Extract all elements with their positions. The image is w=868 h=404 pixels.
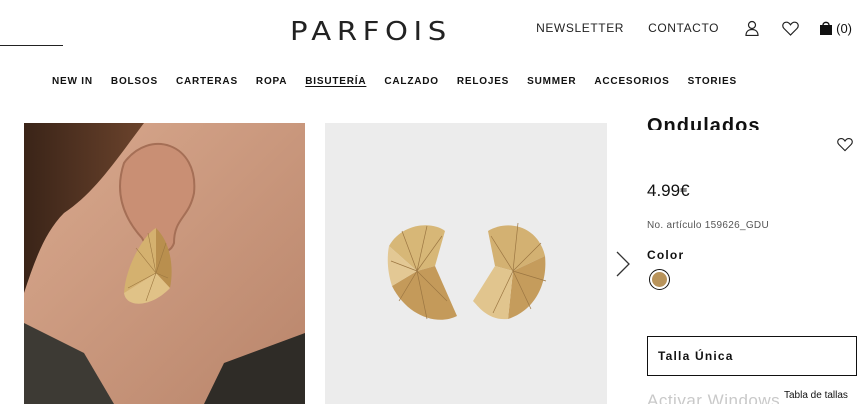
cart-button[interactable]: (0) — [819, 20, 852, 36]
product-image-model[interactable] — [24, 123, 305, 404]
chevron-right-icon[interactable] — [615, 250, 631, 278]
search-underline[interactable] — [0, 45, 63, 46]
nav-item-bolsos[interactable]: BOLSOS — [111, 76, 158, 87]
main-nav: NEW IN BOLSOS CARTERAS ROPA BISUTERÍA CA… — [52, 76, 755, 87]
nav-item-carteras[interactable]: CARTERAS — [176, 76, 238, 87]
color-swatch[interactable] — [649, 269, 670, 290]
color-swatch-fill — [652, 272, 667, 287]
header-utility-bar: NEWSLETTER CONTACTO (0) — [536, 20, 852, 36]
logo[interactable]: PARFOIS — [290, 16, 446, 48]
nav-item-accesorios[interactable]: ACCESORIOS — [594, 76, 669, 87]
nav-item-relojes[interactable]: RELOJES — [457, 76, 509, 87]
product-image-earrings[interactable] — [325, 123, 607, 404]
product-title: Ondulados — [647, 115, 761, 130]
user-icon[interactable] — [743, 19, 761, 37]
article-number: No. artículo 159626_GDU — [647, 220, 769, 231]
logo-text: PARFOIS — [290, 17, 452, 47]
nav-item-summer[interactable]: SUMMER — [527, 76, 576, 87]
product-price: 4.99€ — [647, 181, 690, 200]
activation-watermark: Activar Windows — [647, 391, 781, 404]
nav-item-new-in[interactable]: NEW IN — [52, 76, 93, 87]
heart-icon[interactable] — [781, 19, 799, 37]
bag-icon — [820, 21, 833, 35]
size-table-link[interactable]: Tabla de tallas — [784, 390, 848, 401]
nav-item-calzado[interactable]: CALZADO — [384, 76, 438, 87]
nav-item-ropa[interactable]: ROPA — [256, 76, 287, 87]
nav-item-bisuteria[interactable]: BISUTERÍA — [305, 76, 366, 87]
favorite-heart-icon[interactable] — [837, 137, 853, 152]
size-selector[interactable]: Talla Única — [647, 336, 857, 376]
newsletter-link[interactable]: NEWSLETTER — [536, 21, 624, 35]
color-label: Color — [647, 248, 685, 262]
cart-count: (0) — [836, 20, 852, 36]
contact-link[interactable]: CONTACTO — [648, 21, 719, 35]
size-label: Talla Única — [658, 349, 734, 363]
nav-item-stories[interactable]: STORIES — [688, 76, 737, 87]
